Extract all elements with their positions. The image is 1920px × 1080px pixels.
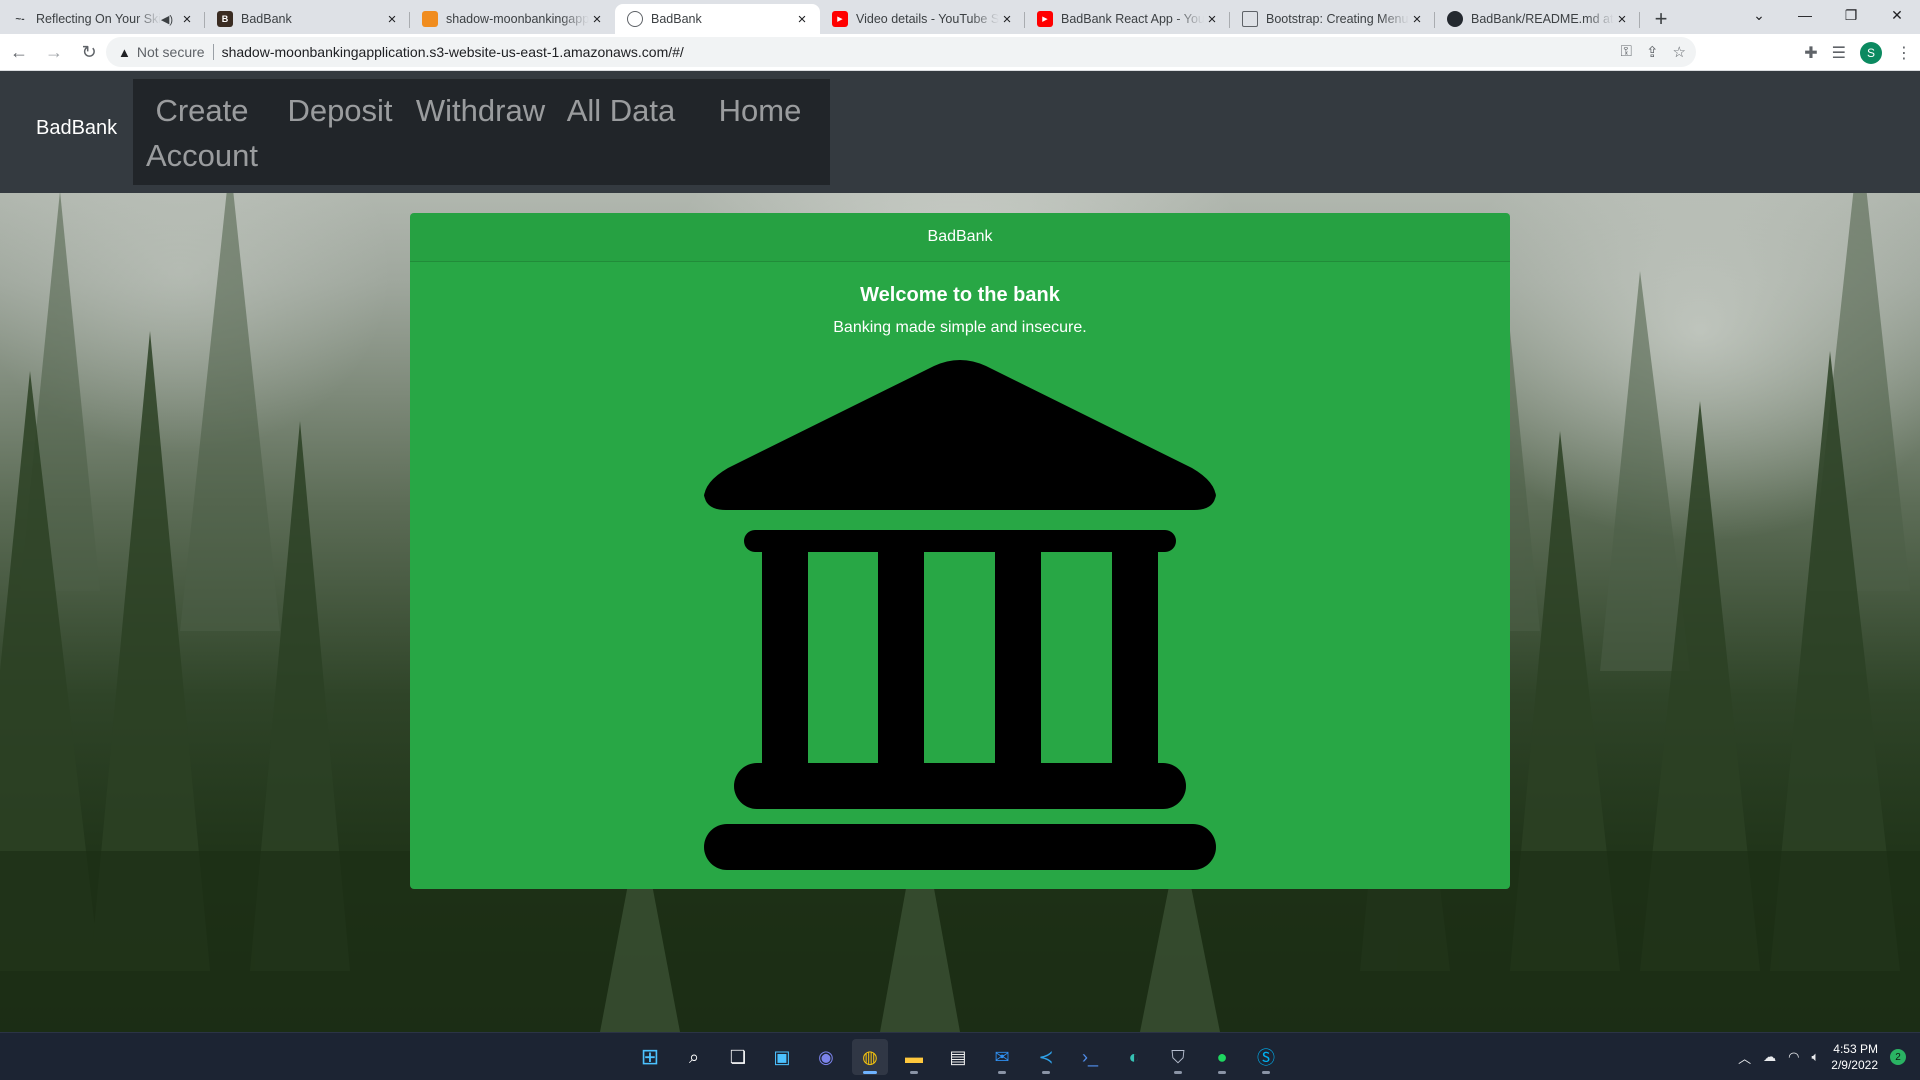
card-title: Welcome to the bank — [860, 284, 1060, 306]
tab-badbank-1[interactable]: B BadBank × — [205, 4, 410, 34]
address-toolbar: ← → ↻ ▲ Not secure shadow-moonbankingapp… — [0, 34, 1920, 71]
shield-app-icon[interactable]: ⛉ — [1160, 1039, 1196, 1075]
globe-icon — [627, 11, 643, 27]
mail-icon[interactable]: ✉ — [984, 1039, 1020, 1075]
bb-favicon: B — [217, 11, 233, 27]
tab-title: Video details - YouTube Studio — [856, 12, 999, 26]
powershell-icon[interactable]: ›_ — [1072, 1039, 1108, 1075]
card-header: BadBank — [410, 213, 1510, 262]
page-viewport: BadBank Create Account Deposit Withdraw … — [0, 71, 1920, 1032]
tab-youtube-studio[interactable]: ▶ Video details - YouTube Studio × — [820, 4, 1025, 34]
close-tab-icon[interactable]: × — [589, 11, 605, 28]
tab-s3[interactable]: shadow-moonbankingapplication × — [410, 4, 615, 34]
onedrive-cloud-icon[interactable]: ☁ — [1763, 1049, 1776, 1065]
close-tab-icon[interactable]: × — [384, 11, 400, 28]
file-explorer-icon[interactable]: ▬ — [896, 1039, 932, 1075]
close-tab-icon[interactable]: × — [1204, 11, 1220, 28]
close-tab-icon[interactable]: × — [1409, 11, 1425, 28]
share-icon[interactable]: ⇪ — [1646, 43, 1659, 61]
reload-button[interactable]: ↻ — [73, 36, 105, 68]
system-tray: ︿ ☁ ◠ 🔈︎ 4:53 PM 2/9/2022 2 — [1738, 1033, 1906, 1080]
microsoft-store-icon[interactable]: ▤ — [940, 1039, 976, 1075]
nav-deposit[interactable]: Deposit — [271, 79, 409, 185]
maximize-button[interactable]: ❐ — [1828, 0, 1874, 30]
audio-wave-icon: ~- — [15, 13, 25, 25]
site-navbar: BadBank Create Account Deposit Withdraw … — [0, 71, 1920, 193]
teams-chat-icon[interactable]: ◉ — [808, 1039, 844, 1075]
github-icon — [1447, 11, 1463, 27]
tab-search-icon[interactable]: ⌄ — [1736, 0, 1782, 30]
youtube-icon: ▶ — [1037, 11, 1053, 27]
nav-all-data[interactable]: All Data — [552, 79, 690, 185]
warning-icon[interactable]: ▲ — [118, 45, 131, 60]
speaker-icon[interactable]: ◀) — [161, 13, 173, 26]
tab-title: BadBank — [651, 12, 702, 26]
close-window-button[interactable]: ✕ — [1874, 0, 1920, 30]
taskbar-apps: ⊞ ⌕ ❏ ▣ ◉ ◍ ▬ ▤ ✉ ≺ ›_ ◐ ⛉ ● Ⓢ — [632, 1033, 1284, 1080]
key-icon[interactable]: ⚿ — [1621, 43, 1632, 61]
clock-date: 2/9/2022 — [1831, 1058, 1878, 1072]
windows-taskbar: ⊞ ⌕ ❏ ▣ ◉ ◍ ▬ ▤ ✉ ≺ ›_ ◐ ⛉ ● Ⓢ ︿ ☁ ◠ 🔈︎ … — [0, 1032, 1920, 1080]
close-tab-icon[interactable]: × — [1614, 11, 1630, 28]
menu-kebab-icon[interactable]: ⋮ — [1896, 43, 1912, 63]
chrome-icon[interactable]: ◍ — [852, 1039, 888, 1075]
browser-tab-strip: ~- Reflecting On Your Skills ◀) × B BadB… — [0, 0, 1920, 34]
profile-avatar[interactable]: S — [1860, 41, 1882, 64]
minimize-button[interactable]: — — [1782, 0, 1828, 30]
tab-github[interactable]: BadBank/README.md at main × — [1435, 4, 1640, 34]
edge-icon[interactable]: ◐ — [1116, 1039, 1152, 1075]
toolbar-right: ✚ ☰ S ⋮ — [1804, 34, 1912, 71]
clock-time: 4:53 PM — [1833, 1042, 1878, 1056]
skype-icon[interactable]: Ⓢ — [1248, 1039, 1284, 1075]
nav-menu: Create Account Deposit Withdraw All Data… — [133, 79, 830, 185]
welcome-card: BadBank Welcome to the bank Banking made… — [410, 213, 1510, 889]
nav-home[interactable]: Home — [690, 79, 830, 185]
bookmark-star-icon[interactable]: ☆ — [1673, 43, 1686, 61]
reading-list-icon[interactable]: ☰ — [1832, 43, 1846, 63]
new-tab-button[interactable]: + — [1644, 4, 1678, 34]
spotify-icon[interactable]: ● — [1204, 1039, 1240, 1075]
forward-button[interactable]: → — [38, 36, 70, 68]
close-tab-icon[interactable]: × — [179, 11, 195, 28]
tab-bootstrap[interactable]: Bootstrap: Creating Menus × — [1230, 4, 1435, 34]
nav-withdraw[interactable]: Withdraw — [409, 79, 552, 185]
tab-badbank-active[interactable]: BadBank × — [615, 4, 820, 34]
notification-badge[interactable]: 2 — [1890, 1049, 1906, 1065]
tab-title: shadow-moonbankingapplication — [446, 12, 589, 26]
tab-title: BadBank — [241, 12, 292, 26]
bank-building-icon — [704, 360, 1216, 870]
tab-reflecting[interactable]: ~- Reflecting On Your Skills ◀) × — [0, 4, 205, 34]
close-tab-icon[interactable]: × — [999, 11, 1015, 28]
tab-title: BadBank/README.md at main — [1471, 12, 1614, 26]
youtube-icon: ▶ — [832, 11, 848, 27]
widgets-icon[interactable]: ▣ — [764, 1039, 800, 1075]
card-text: Banking made simple and insecure. — [833, 319, 1087, 336]
vscode-icon[interactable]: ≺ — [1028, 1039, 1064, 1075]
tab-title: BadBank React App - YouTube — [1061, 12, 1204, 26]
tab-youtube-video[interactable]: ▶ BadBank React App - YouTube × — [1025, 4, 1230, 34]
security-label[interactable]: Not secure — [137, 44, 205, 60]
nav-create-account[interactable]: Create Account — [133, 79, 271, 185]
task-view-icon[interactable]: ❏ — [720, 1039, 756, 1075]
close-tab-icon[interactable]: × — [794, 11, 810, 28]
omnibox-actions: ⚿ ⇪ ☆ — [1621, 43, 1686, 61]
address-bar[interactable]: ▲ Not secure shadow-moonbankingapplicati… — [106, 37, 1696, 67]
chevron-up-icon[interactable]: ︿ — [1738, 1048, 1751, 1067]
wifi-icon[interactable]: ◠ — [1788, 1049, 1799, 1065]
search-icon[interactable]: ⌕ — [676, 1039, 712, 1075]
divider — [212, 44, 214, 60]
url-text[interactable]: shadow-moonbankingapplication.s3-website… — [222, 44, 684, 60]
doc-icon — [1242, 11, 1258, 27]
navbar-brand[interactable]: BadBank — [36, 117, 117, 140]
tab-title: Bootstrap: Creating Menus — [1266, 12, 1409, 26]
extensions-icon[interactable]: ✚ — [1804, 43, 1817, 63]
clock[interactable]: 4:53 PM 2/9/2022 — [1831, 1041, 1878, 1073]
volume-icon[interactable]: 🔈︎ — [1811, 1049, 1819, 1065]
start-windows-icon[interactable]: ⊞ — [632, 1039, 668, 1075]
tab-title: Reflecting On Your Skills — [36, 12, 161, 26]
back-button[interactable]: ← — [3, 36, 35, 68]
aws-cube-icon — [422, 11, 438, 27]
